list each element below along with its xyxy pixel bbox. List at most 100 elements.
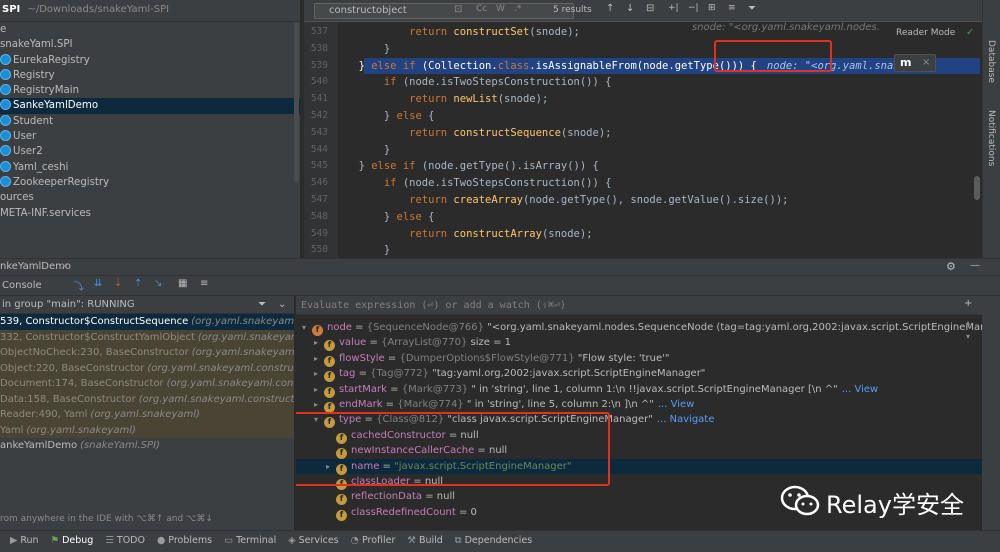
action-popup[interactable]: m × [894, 54, 936, 72]
regex-icon[interactable]: .* [514, 4, 521, 14]
select-all-icon[interactable]: ⊟ [646, 3, 654, 14]
more-icon[interactable]: ≡ [200, 278, 208, 289]
tool-services[interactable]: ◈ Services [288, 531, 338, 551]
tree-item[interactable]: ZookeeperRegistry [0, 175, 300, 190]
variable-link[interactable]: ... Navigate [657, 414, 715, 425]
tool-dependencies[interactable]: ⧉ Dependencies [455, 531, 532, 551]
tree-item[interactable]: e [0, 22, 300, 37]
stack-frame[interactable]: ObjectNoCheck:230, BaseConstructor (org.y… [0, 345, 294, 361]
stack-frame[interactable]: Document:174, BaseConstructor (org.yaml.s… [0, 376, 294, 392]
code-line: return constructArray(snode); [409, 227, 593, 240]
field-icon: f [324, 340, 335, 352]
gear-icon[interactable]: ⚙ [946, 260, 956, 273]
next-occurrence-icon[interactable]: ↓ [626, 3, 634, 14]
todo-icon: ☰ [105, 535, 117, 546]
remove-occurrence-icon[interactable]: −| [688, 3, 699, 13]
run-to-cursor-icon[interactable]: ↘ [154, 278, 162, 289]
reader-mode-label[interactable]: Reader Mode [896, 28, 956, 38]
thread-selector[interactable]: in group "main": RUNNING ⏷ ⌄ [0, 296, 294, 314]
variable-row[interactable]: ▾ f node = {SequenceNode@766} "<org.yaml.s… [296, 320, 982, 336]
frame-method: 539, Constructor$ConstructSequence [0, 316, 189, 327]
tool-terminal[interactable]: ▭ Terminal [224, 531, 276, 551]
tree-item[interactable]: SankeYamlDemo [0, 98, 300, 114]
stack-frame[interactable]: 332, Constructor$ConstructYamlObject (org… [0, 329, 294, 345]
variable-row[interactable]: ▸ f value = {ArrayList@770} size = 1 [296, 335, 982, 352]
settings-icon[interactable]: ≡ [728, 3, 736, 13]
tree-item-label: Yaml_ceshi [13, 161, 69, 173]
variable-type: {Mark@774} [397, 399, 464, 410]
step-out-icon[interactable]: ⇡ [134, 278, 142, 289]
code-editor[interactable]: 537 538 539 540 541 542 543 544 545 546 547 548 549 5… [304, 0, 982, 258]
code-line: } else { [308, 210, 435, 223]
regex-history-icon[interactable]: ⊡ [454, 4, 462, 15]
minimize-icon[interactable]: — [970, 260, 980, 271]
stack-frame[interactable]: Object:220, BaseConstructor (org.yaml.sna… [0, 360, 294, 376]
stack-frame[interactable]: 539, Constructor$ConstructSequence (org.y… [0, 314, 294, 330]
expand-toggle-icon[interactable]: ▸ [314, 382, 324, 397]
filter-icon[interactable]: ⏷ [748, 3, 756, 14]
evaluate-expression-input[interactable]: Evaluate expression (⏎) or add a watch (… [296, 296, 982, 315]
step-into-icon[interactable]: ⇊ [94, 278, 102, 289]
tool-debug[interactable]: ⚑ Debug [51, 531, 94, 551]
tree-item[interactable]: RegistryMain [0, 83, 300, 98]
build-icon: ⚒ [407, 535, 419, 546]
variable-value: " in 'string', line 5, column 2:\n ]\n ^… [466, 399, 654, 410]
expand-toggle-icon[interactable]: ▸ [314, 335, 324, 350]
force-step-into-icon[interactable]: ⇣ [114, 278, 122, 289]
filter-frames-icon[interactable]: ⏷ [258, 296, 266, 314]
tool-label: Run [20, 535, 39, 546]
tree-item[interactable]: User [0, 129, 300, 144]
notifications-tab[interactable]: Notifications [986, 110, 996, 166]
tree-item[interactable]: User2 [0, 144, 300, 159]
find-input[interactable]: constructobject [314, 3, 574, 19]
project-title: SPI [2, 4, 21, 15]
add-occurrence-icon[interactable]: +| [668, 3, 679, 13]
tree-item[interactable]: EurekaRegistry [0, 53, 300, 68]
variable-row[interactable]: ▸ f endMark = {Mark@774} " in 'string', li… [296, 397, 982, 413]
tool-run[interactable]: ▶ Run [10, 531, 39, 551]
stack-frame[interactable]: ankeYamlDemo (snakeYaml.SPI) [0, 438, 294, 454]
add-watch-icon[interactable]: + [964, 298, 972, 309]
tool-profiler[interactable]: ◔ Profiler [351, 531, 396, 551]
match-case-icon[interactable]: Cc [476, 4, 487, 14]
tool-todo[interactable]: ☰ TODO [105, 531, 145, 551]
expand-toggle-icon[interactable]: ▾ [302, 320, 312, 335]
variable-row[interactable]: ▸ f startMark = {Mark@773} " in 'string', … [296, 382, 982, 398]
tree-item[interactable]: Registry [0, 68, 300, 83]
tree-item[interactable]: Student [0, 114, 300, 129]
expand-toggle-icon[interactable]: ▸ [314, 351, 324, 366]
line-hint-537: snode: "<org.yaml.snakeyaml.nodes. [692, 22, 880, 33]
tree-item[interactable]: ources [0, 190, 300, 205]
tree-item[interactable]: Yaml_ceshi [0, 160, 300, 175]
expand-toggle-icon[interactable]: ▸ [314, 397, 324, 412]
evaluate-icon[interactable]: ▦ [178, 278, 187, 289]
stack-frame[interactable]: Data:158, BaseConstructor (org.yaml.snake… [0, 391, 294, 407]
stack-frame[interactable]: Reader:490, Yaml (org.yaml.snakeyaml) [0, 407, 294, 423]
words-icon[interactable]: W [496, 4, 505, 14]
profiler-icon: ◔ [350, 535, 362, 546]
frame-method: Reader:490, Yaml [0, 409, 88, 420]
close-icon[interactable]: × [922, 57, 930, 68]
tree-item[interactable]: META-INF.services [0, 206, 300, 221]
close-session-icon[interactable]: × [60, 261, 68, 272]
var-scrollbar-up-icon[interactable]: ▴ [966, 318, 970, 327]
variable-row[interactable]: ▸ f tag = {Tag@772} "tag:yaml.org,2002:jav… [296, 366, 982, 383]
step-over-icon[interactable]: ⤵ [74, 278, 84, 293]
database-tab[interactable]: Database [986, 40, 996, 83]
console-tab[interactable]: Console [2, 280, 42, 291]
tool-problems[interactable]: ● Problems [157, 531, 212, 551]
stack-frame[interactable]: Yaml (org.yaml.snakeyaml) [0, 422, 294, 438]
tree-item[interactable]: snakeYaml.SPI [0, 37, 300, 52]
prev-occurrence-icon[interactable]: ↑ [606, 3, 614, 14]
variable-row[interactable]: ▸ f flowStyle = {DumperOptions$FlowStyle@7… [296, 351, 982, 367]
editor-scrollbar[interactable] [974, 176, 980, 200]
variable-link[interactable]: ... View [658, 399, 694, 410]
tool-build[interactable]: ⚒ Build [407, 531, 442, 551]
expand-toggle-icon[interactable]: ▸ [314, 366, 324, 381]
tree-scrollbar[interactable] [294, 22, 299, 182]
select-all-occurrences-icon[interactable]: ⊞ [708, 3, 716, 13]
tree-item-label: User [13, 131, 37, 143]
variable-link[interactable]: ... View [842, 384, 878, 395]
var-scrollbar-down-icon[interactable]: ▾ [966, 332, 970, 341]
frames-menu-icon[interactable]: ⌄ [278, 296, 286, 314]
